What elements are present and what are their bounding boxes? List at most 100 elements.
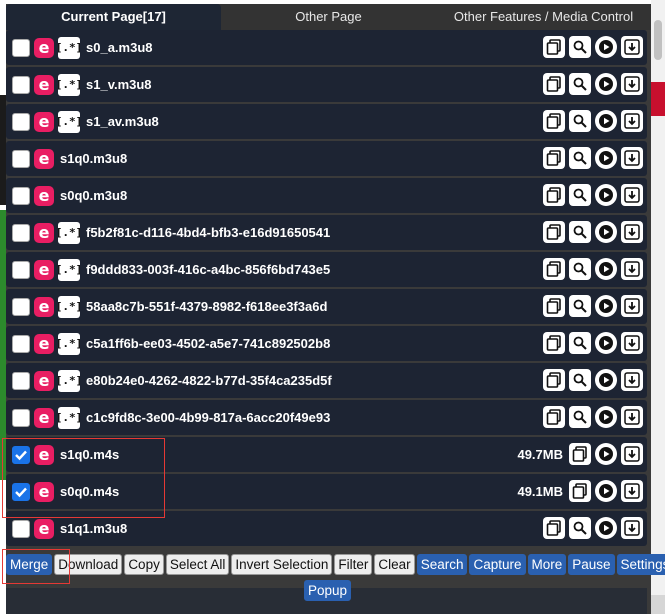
search-icon[interactable] — [569, 36, 591, 58]
download-icon[interactable] — [621, 147, 643, 169]
play-icon[interactable] — [595, 73, 617, 95]
row-filename[interactable]: s1q0.m4s — [60, 447, 119, 462]
download-icon[interactable] — [621, 480, 643, 502]
row-filename[interactable]: e80b24e0-4262-4822-b77d-35f4ca235d5f — [86, 373, 332, 388]
play-icon[interactable] — [595, 406, 617, 428]
download-icon[interactable] — [621, 332, 643, 354]
play-icon[interactable] — [595, 295, 617, 317]
media-row[interactable]: e s1q1.m3u8 — [6, 511, 647, 546]
tab-current-page[interactable]: Current Page[17] — [6, 4, 221, 30]
search-icon[interactable] — [569, 73, 591, 95]
row-checkbox[interactable] — [12, 482, 30, 501]
merge-button[interactable]: Merge — [6, 554, 53, 575]
search-icon[interactable] — [569, 332, 591, 354]
row-checkbox[interactable] — [12, 75, 30, 94]
copy-button[interactable]: Copy — [124, 554, 164, 575]
download-icon[interactable] — [621, 110, 643, 132]
row-filename[interactable]: s0q0.m4s — [60, 484, 119, 499]
row-filename[interactable]: 58aa8c7b-551f-4379-8982-f618ee3f3a6d — [86, 299, 327, 314]
search-icon[interactable] — [569, 110, 591, 132]
play-icon[interactable] — [595, 369, 617, 391]
download-icon[interactable] — [621, 221, 643, 243]
row-checkbox[interactable] — [12, 260, 30, 279]
row-checkbox[interactable] — [12, 408, 30, 427]
search-icon[interactable] — [569, 517, 591, 539]
copy-icon[interactable] — [543, 221, 565, 243]
popup-button[interactable]: Popup — [304, 580, 352, 601]
select-all-button[interactable]: Select All — [165, 554, 230, 575]
play-icon[interactable] — [595, 221, 617, 243]
play-icon[interactable] — [595, 443, 617, 465]
row-filename[interactable]: s1q0.m3u8 — [60, 151, 127, 166]
search-icon[interactable] — [569, 184, 591, 206]
pause-button[interactable]: Pause — [568, 554, 615, 575]
media-row[interactable]: e [.*] c5a1ff6b-ee03-4502-a5e7-741c892502b… — [6, 326, 647, 361]
copy-icon[interactable] — [543, 332, 565, 354]
row-checkbox[interactable] — [12, 38, 30, 57]
tab-other-features[interactable]: Other Features / Media Control — [436, 4, 651, 30]
search-button[interactable]: Search — [416, 554, 468, 575]
copy-icon[interactable] — [543, 36, 565, 58]
media-row[interactable]: e s1q0.m4s 49.7MB — [6, 437, 647, 472]
row-checkbox[interactable] — [12, 371, 30, 390]
row-filename[interactable]: f5b2f81c-d116-4bd4-bfb3-e16d91650541 — [86, 225, 330, 240]
search-icon[interactable] — [569, 295, 591, 317]
download-icon[interactable] — [621, 36, 643, 58]
media-row[interactable]: e s1q0.m3u8 — [6, 141, 647, 176]
row-checkbox[interactable] — [12, 334, 30, 353]
copy-icon[interactable] — [543, 406, 565, 428]
copy-icon[interactable] — [543, 110, 565, 132]
download-icon[interactable] — [621, 258, 643, 280]
row-filename[interactable]: s1q1.m3u8 — [60, 521, 127, 536]
page-scrollbar-thumb[interactable] — [654, 20, 662, 60]
play-icon[interactable] — [595, 332, 617, 354]
copy-icon[interactable] — [543, 258, 565, 280]
capture-button[interactable]: Capture — [469, 554, 526, 575]
filter-button[interactable]: Filter — [334, 554, 373, 575]
media-row[interactable]: e [.*] e80b24e0-4262-4822-b77d-35f4ca235d5… — [6, 363, 647, 398]
play-icon[interactable] — [595, 258, 617, 280]
download-icon[interactable] — [621, 184, 643, 206]
media-row[interactable]: e s0q0.m3u8 — [6, 178, 647, 213]
media-row[interactable]: e [.*] f9ddd833-003f-416c-a4bc-856f6bd743e… — [6, 252, 647, 287]
play-icon[interactable] — [595, 110, 617, 132]
settings-button[interactable]: Settings — [616, 554, 665, 575]
copy-icon[interactable] — [569, 443, 591, 465]
play-icon[interactable] — [595, 480, 617, 502]
download-icon[interactable] — [621, 443, 643, 465]
search-icon[interactable] — [569, 221, 591, 243]
tab-other-page[interactable]: Other Page — [221, 4, 436, 30]
row-checkbox[interactable] — [12, 519, 30, 538]
row-checkbox[interactable] — [12, 445, 30, 464]
media-row[interactable]: e [.*] s1_av.m3u8 — [6, 104, 647, 139]
search-icon[interactable] — [569, 258, 591, 280]
download-button[interactable]: Download — [54, 554, 123, 575]
download-icon[interactable] — [621, 517, 643, 539]
media-row[interactable]: e s0q0.m4s 49.1MB — [6, 474, 647, 509]
media-row[interactable]: e [.*] s0_a.m3u8 — [6, 30, 647, 65]
copy-icon[interactable] — [543, 147, 565, 169]
copy-icon[interactable] — [543, 369, 565, 391]
copy-icon[interactable] — [543, 295, 565, 317]
copy-icon[interactable] — [569, 480, 591, 502]
search-icon[interactable] — [569, 369, 591, 391]
row-filename[interactable]: s0_a.m3u8 — [86, 40, 153, 55]
invert-selection-button[interactable]: Invert Selection — [231, 554, 333, 575]
row-filename[interactable]: s1_av.m3u8 — [86, 114, 159, 129]
play-icon[interactable] — [595, 184, 617, 206]
copy-icon[interactable] — [543, 73, 565, 95]
row-checkbox[interactable] — [12, 186, 30, 205]
download-icon[interactable] — [621, 406, 643, 428]
row-checkbox[interactable] — [12, 223, 30, 242]
more-button[interactable]: More — [527, 554, 567, 575]
download-icon[interactable] — [621, 295, 643, 317]
row-filename[interactable]: c1c9fd8c-3e00-4b99-817a-6acc20f49e93 — [86, 410, 330, 425]
row-filename[interactable]: s0q0.m3u8 — [60, 188, 127, 203]
row-checkbox[interactable] — [12, 297, 30, 316]
media-row[interactable]: e [.*] 58aa8c7b-551f-4379-8982-f618ee3f3a6… — [6, 289, 647, 324]
play-icon[interactable] — [595, 517, 617, 539]
copy-icon[interactable] — [543, 184, 565, 206]
search-icon[interactable] — [569, 147, 591, 169]
media-row[interactable]: e [.*] s1_v.m3u8 — [6, 67, 647, 102]
row-filename[interactable]: f9ddd833-003f-416c-a4bc-856f6bd743e5 — [86, 262, 330, 277]
